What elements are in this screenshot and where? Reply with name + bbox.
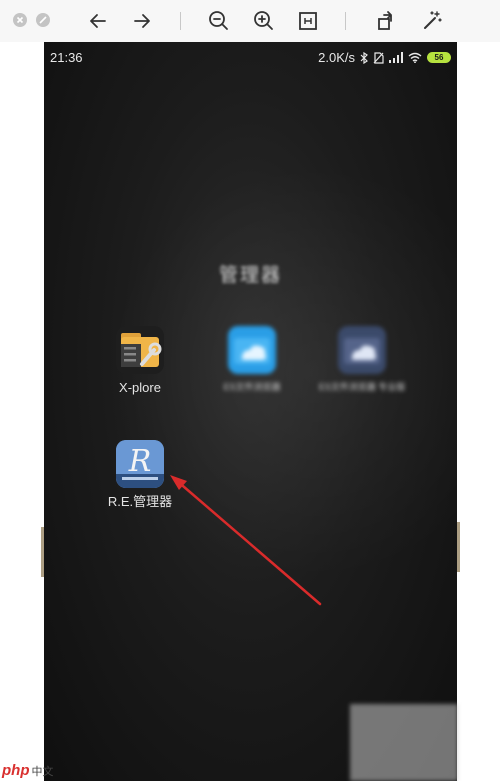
app-label: X-plore [119, 380, 161, 395]
network-speed: 2.0K/s [318, 50, 355, 65]
viewer-left-gutter [0, 42, 44, 781]
bluetooth-icon [360, 51, 368, 64]
battery-indicator: 56 [427, 52, 451, 63]
svg-text:R: R [128, 444, 152, 479]
minimize-window-icon[interactable] [36, 13, 50, 27]
app-re-manager[interactable]: R R.E.管理器 [90, 440, 190, 510]
zoom-in-icon[interactable] [252, 9, 276, 33]
x-plore-icon [116, 326, 164, 374]
site-watermark: php 中文 [2, 762, 54, 779]
close-window-icon[interactable] [13, 13, 27, 27]
status-icons: 2.0K/s 56 [318, 50, 451, 65]
app-x-plore[interactable]: X-plore [90, 326, 190, 396]
magic-wand-icon[interactable] [420, 9, 444, 33]
app-es-file-explorer-pro[interactable]: ES文件浏览器 专业版 [312, 326, 412, 394]
es-file-explorer-icon [228, 326, 276, 374]
toolbar-divider [345, 12, 346, 30]
status-bar: 21:36 2.0K/s 56 [44, 42, 457, 72]
viewer-right-gutter [457, 42, 500, 781]
edge-mark [457, 522, 460, 572]
toolbar-divider [180, 12, 181, 30]
zoom-out-icon[interactable] [207, 9, 231, 33]
back-arrow-icon[interactable] [86, 9, 110, 33]
no-sim-icon [373, 51, 384, 64]
status-time: 21:36 [50, 50, 83, 65]
phone-screenshot: 21:36 2.0K/s 56 管理器 X-plore ES文件浏览器 ES文件… [44, 42, 457, 781]
app-label: ES文件浏览器 [223, 382, 281, 392]
watermark-badge [350, 704, 458, 781]
signal-icon [389, 52, 403, 63]
rotate-icon[interactable] [374, 9, 398, 33]
forward-arrow-icon[interactable] [130, 9, 154, 33]
folder-title: 管理器 [218, 265, 282, 286]
fit-page-icon[interactable] [296, 9, 320, 33]
re-manager-icon: R [116, 440, 164, 488]
es-file-explorer-pro-icon [338, 326, 386, 374]
app-label: ES文件浏览器 专业版 [318, 382, 406, 392]
app-label: R.E.管理器 [107, 494, 173, 509]
app-es-file-explorer[interactable]: ES文件浏览器 [202, 326, 302, 394]
image-viewer-toolbar [0, 0, 500, 42]
wifi-icon [408, 52, 422, 63]
